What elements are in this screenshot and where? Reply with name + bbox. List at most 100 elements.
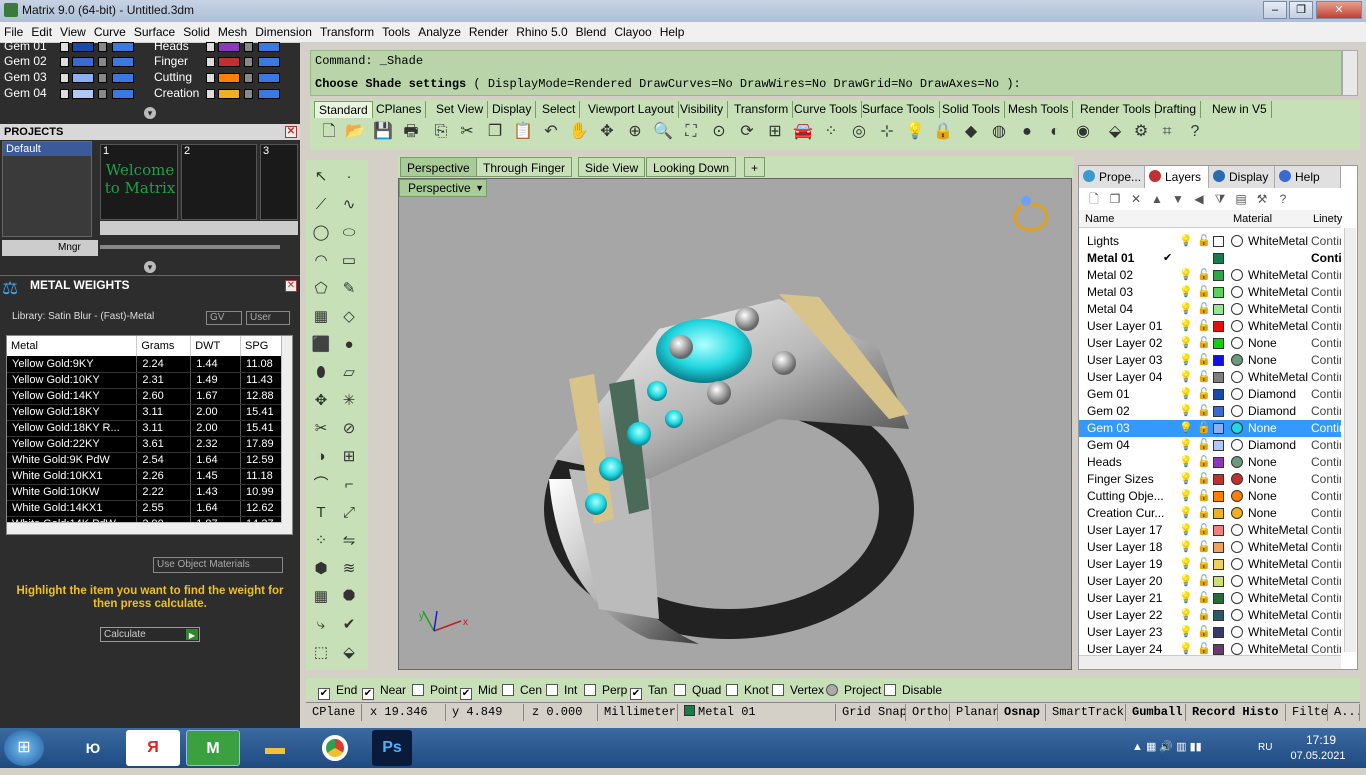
paste-icon[interactable]: 📋 xyxy=(512,121,534,143)
status-more[interactable]: A... xyxy=(1330,704,1360,721)
table-row[interactable]: White Gold:14KX1 2.55 1.64 12.62 xyxy=(7,500,283,517)
toolbar-tab-drafting[interactable]: Drafting xyxy=(1150,101,1202,118)
tray-icons[interactable]: ▲ ▦ 🔊 ▥ ▮▮ xyxy=(1132,740,1202,753)
visibility-bulb-icon[interactable]: 💡 xyxy=(1179,489,1193,502)
lock-icon[interactable]: 🔓 xyxy=(1197,625,1211,638)
lock-icon[interactable]: 🔓 xyxy=(1197,455,1211,468)
status-filter[interactable]: Filte xyxy=(1288,704,1328,721)
start-button[interactable]: ⊞ xyxy=(4,730,44,766)
help-icon[interactable]: ? xyxy=(1274,190,1292,208)
lock-icon[interactable] xyxy=(244,42,253,52)
layer-row[interactable]: Gem 02 💡 🔓 Diamond Contin xyxy=(1079,403,1341,420)
lock-icon[interactable] xyxy=(244,73,253,83)
toolbar-tab-transform[interactable]: Transform xyxy=(730,101,794,118)
rotate-view-icon[interactable]: ✥ xyxy=(596,121,618,143)
layers-hscrollbar[interactable] xyxy=(1079,655,1341,669)
project-slot-3[interactable]: 3 xyxy=(260,144,298,220)
rotate-icon[interactable]: ⟳ xyxy=(736,121,758,143)
layer-color-swatch[interactable] xyxy=(1213,508,1224,519)
layer-color-swatch[interactable] xyxy=(1213,270,1224,281)
material-icon[interactable] xyxy=(1231,541,1243,553)
visibility-bulb-icon[interactable]: 💡 xyxy=(1179,472,1193,485)
layer-color-swatch[interactable] xyxy=(1213,491,1224,502)
table-row[interactable]: Yellow Gold:9KY 2.24 1.44 11.08 xyxy=(7,356,283,373)
matrix-app-icon[interactable]: M xyxy=(186,730,240,766)
color-wheel-icon[interactable]: ◍ xyxy=(988,121,1010,143)
osnap-mid-checkbox[interactable]: ✔ Mid xyxy=(460,683,497,700)
panel-tab-layers[interactable]: Layers xyxy=(1145,166,1209,188)
delete-layer-icon[interactable]: ✕ xyxy=(1127,190,1145,208)
mngr-button[interactable]: Mngr xyxy=(2,240,98,256)
layer-color-swatch[interactable] xyxy=(1213,253,1224,264)
options-icon[interactable]: ⚙ xyxy=(1130,121,1152,143)
lock-icon[interactable] xyxy=(98,73,107,83)
visibility-bulb-icon[interactable]: 💡 xyxy=(1179,370,1193,383)
lock-icon[interactable]: 🔓 xyxy=(1197,353,1211,366)
menu-rhino[interactable]: Rhino 5.0 xyxy=(512,22,571,43)
circle-icon[interactable]: ◯ xyxy=(310,222,332,244)
toolbar-tab-standard[interactable]: Standard xyxy=(314,101,373,118)
col-spg[interactable]: SPG xyxy=(240,336,283,356)
command-area[interactable]: Command: _Shade Choose Shade settings ( … xyxy=(310,50,1342,96)
mirror-icon[interactable]: ⇋ xyxy=(338,530,360,552)
command-prompt[interactable]: Choose Shade settings ( DisplayMode=Rend… xyxy=(315,77,1021,91)
toolbar-tab-display[interactable]: Display xyxy=(488,101,537,118)
layer-color-swatch[interactable] xyxy=(1213,287,1224,298)
use-object-materials-toggle[interactable]: Use Object Materials xyxy=(153,557,283,573)
status-layer[interactable]: Metal 01 xyxy=(680,704,836,721)
lock-icon[interactable]: 🔓 xyxy=(1197,506,1211,519)
arrow-icon[interactable] xyxy=(206,42,215,52)
polygon-icon[interactable]: ⬠ xyxy=(310,278,332,300)
toolbar-tab-set-view[interactable]: Set View xyxy=(432,101,489,118)
zoom-extents-icon[interactable]: ⛶ xyxy=(680,121,702,143)
select-arrow-icon[interactable]: ↖ xyxy=(310,166,332,188)
layer-row-gem03[interactable]: Gem 03 xyxy=(4,70,144,86)
material-icon[interactable] xyxy=(1231,405,1243,417)
color-swatch[interactable] xyxy=(218,57,240,67)
column-header-linetype[interactable]: Linety xyxy=(1313,213,1342,225)
visibility-bulb-icon[interactable]: 💡 xyxy=(1179,404,1193,417)
layer-row[interactable]: User Layer 23 💡 🔓 WhiteMetalContin xyxy=(1079,624,1341,641)
layer-color-swatch[interactable] xyxy=(1213,610,1224,621)
osnap-int-checkbox[interactable]: Int xyxy=(546,683,577,697)
status-planar[interactable]: Planar xyxy=(952,704,998,721)
material-icon[interactable] xyxy=(1231,456,1243,468)
cube-icon[interactable]: ⬚ xyxy=(310,642,332,664)
lock-icon[interactable] xyxy=(244,57,253,67)
arrow-icon[interactable] xyxy=(60,42,69,52)
project-item-default[interactable]: Default xyxy=(3,142,91,156)
layer-row-cutting[interactable]: Cutting xyxy=(154,70,294,86)
plane-icon[interactable]: ▱ xyxy=(338,362,360,384)
visibility-bulb-icon[interactable]: 💡 xyxy=(1179,642,1193,655)
visibility-bulb-icon[interactable]: 💡 xyxy=(1179,455,1193,468)
freeform-icon[interactable]: ✎ xyxy=(338,278,360,300)
filter-icon[interactable]: ⧩ xyxy=(1211,190,1229,208)
chamfer-icon[interactable]: ⌐ xyxy=(338,474,360,496)
trim-icon[interactable]: ✂ xyxy=(310,418,332,440)
new-sublayer-icon[interactable]: ❐ xyxy=(1106,190,1124,208)
visibility-bulb-icon[interactable]: 💡 xyxy=(1179,591,1193,604)
new-layer-icon[interactable]: 🗋 xyxy=(1085,190,1103,208)
gem-tool-icon[interactable]: ⯃ xyxy=(338,586,360,608)
maximize-button[interactable]: ❐ xyxy=(1289,1,1313,19)
toolbar-tab-cplanes[interactable]: CPlanes xyxy=(372,101,427,118)
layer-icon[interactable]: ◆ xyxy=(960,121,982,143)
layer-color-swatch[interactable] xyxy=(1213,389,1224,400)
split-icon[interactable]: ⊘ xyxy=(338,418,360,440)
toolbar-tab-solid-tools[interactable]: Solid Tools xyxy=(938,101,1005,118)
layer-color-swatch[interactable] xyxy=(1213,474,1224,485)
collapse-icon[interactable]: ▾ xyxy=(144,261,156,273)
yandex-app-icon[interactable]: Ю xyxy=(66,730,120,766)
material-icon[interactable] xyxy=(1231,371,1243,383)
material-icon[interactable] xyxy=(1231,490,1243,502)
help-icon[interactable]: ? xyxy=(1184,121,1206,143)
status-gumball[interactable]: Gumball xyxy=(1128,704,1186,721)
material-icon[interactable] xyxy=(1231,558,1243,570)
pan-icon[interactable]: ✋ xyxy=(568,121,590,143)
ring-model[interactable]: x y xyxy=(399,179,1071,669)
fillet-icon[interactable]: ⌒ xyxy=(310,474,332,496)
toolbar-tab-render-tools[interactable]: Render Tools xyxy=(1076,101,1156,118)
collapse-icon[interactable]: ▾ xyxy=(144,107,156,119)
arc-icon[interactable]: ◠ xyxy=(310,250,332,272)
layer-row[interactable]: Finger Sizes 💡 🔓 None Contin xyxy=(1079,471,1341,488)
